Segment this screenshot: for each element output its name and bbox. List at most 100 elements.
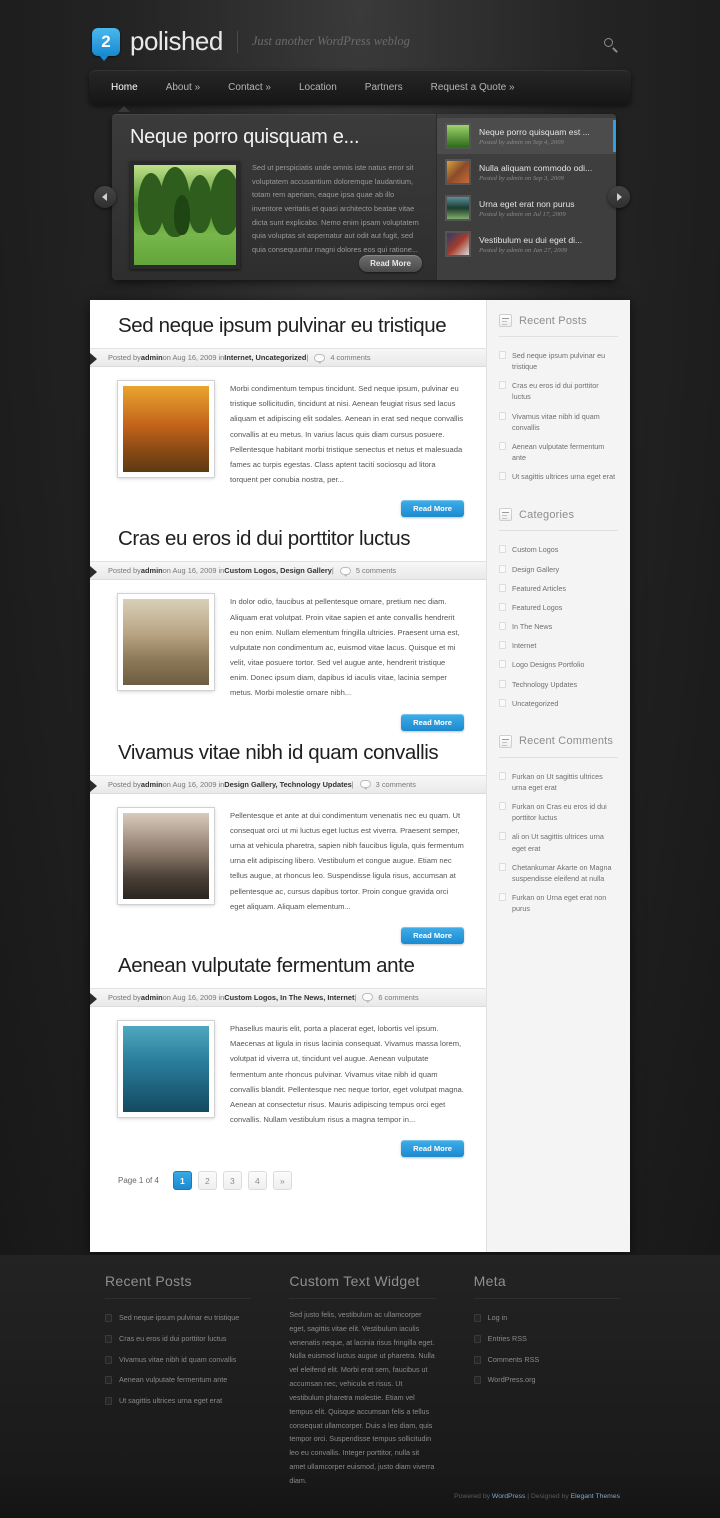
widget-list-item[interactable]: Cras eu eros id dui porttitor luctus (499, 376, 618, 406)
widget-list-item[interactable]: Furkan on Ut sagittis ultrices urna eget… (499, 767, 618, 797)
slider-prev-arrow-icon[interactable] (94, 186, 116, 208)
post-title[interactable]: Vivamus vitae nibh id quam convallis (118, 741, 464, 765)
slider-entry[interactable]: Vestibulum eu dui eget di... Posted by ad… (437, 226, 616, 262)
pagination-page-3[interactable]: 3 (222, 1171, 242, 1191)
post-categories[interactable]: Internet, Uncategorized (224, 353, 306, 362)
widget-list-icon (499, 734, 512, 748)
post-author[interactable]: admin (141, 353, 163, 362)
widget-list-item[interactable]: Internet (499, 636, 618, 655)
pagination-page-»[interactable]: » (272, 1171, 292, 1191)
pagination-page-2[interactable]: 2 (197, 1171, 217, 1191)
post-thumbnail[interactable] (117, 593, 215, 692)
post-meta-separator: | (354, 992, 357, 1002)
widget-list-item[interactable]: ali on Ut sagittis ultrices urna eget er… (499, 827, 618, 857)
read-more-button[interactable]: Read More (401, 500, 464, 518)
slider-entry[interactable]: Urna eget erat non purus Posted by admin … (437, 190, 616, 226)
post-meta-prefix: Posted by (108, 566, 141, 576)
post-author[interactable]: admin (141, 993, 163, 1002)
widget-item-label: Sed neque ipsum pulvinar eu tristique (512, 351, 606, 372)
post-author[interactable]: admin (141, 780, 163, 789)
slider-entry[interactable]: Neque porro quisquam est ... Posted by ad… (437, 118, 616, 154)
bullet-icon (105, 1397, 112, 1406)
widget-list-item[interactable]: Ut sagittis ultrices urna eget erat (499, 467, 618, 486)
post-thumbnail[interactable] (117, 380, 215, 478)
post-title[interactable]: Sed neque ipsum pulvinar eu tristique (118, 314, 464, 338)
read-more-button[interactable]: Read More (401, 713, 464, 731)
widget-list-item[interactable]: Technology Updates (499, 675, 618, 694)
widget-title: Recent Posts (519, 314, 587, 327)
nav-item-home[interactable]: Home (97, 72, 152, 112)
nav-item-partners[interactable]: Partners (351, 72, 417, 103)
post-meta-prefix: Posted by (108, 992, 141, 1002)
footer-widget-meta: Meta Log in Entries RSS Comments RSS WordPr… (473, 1273, 620, 1488)
widget-list-item[interactable]: Furkan on Cras eu eros id dui porttitor … (499, 797, 618, 827)
bullet-icon (105, 1334, 112, 1343)
footer-list-item[interactable]: Aenean vulputate fermentum ante (105, 1370, 251, 1391)
widget-list-item[interactable]: Featured Articles (499, 579, 618, 598)
widget-list-item[interactable]: In The News (499, 617, 618, 636)
pagination-page-4[interactable]: 4 (247, 1171, 267, 1191)
post-categories[interactable]: Custom Logos, In The News, Internet (224, 993, 354, 1002)
widget-list-item[interactable]: Custom Logos (499, 540, 618, 559)
logo-badge-icon: 2 (92, 27, 120, 61)
search-icon[interactable] (602, 36, 620, 54)
nav-item-contact[interactable]: Contact » (214, 72, 285, 103)
nav-item-request-a-quote[interactable]: Request a Quote » (417, 72, 529, 103)
bullet-icon (105, 1376, 112, 1385)
footer-list-item[interactable]: Entries RSS (473, 1329, 620, 1350)
post-comment-count[interactable]: 6 comments (378, 993, 418, 1002)
credit-designer-link[interactable]: Elegant Themes (571, 1493, 620, 1500)
bullet-icon (499, 411, 506, 420)
bullet-icon (473, 1314, 481, 1322)
widget-item-label: Vivamus vitae nibh id quam convallis (512, 411, 600, 432)
widget-list-item[interactable]: Design Gallery (499, 560, 618, 579)
read-more-button[interactable]: Read More (401, 926, 464, 944)
widget-list-item[interactable]: Featured Logos (499, 598, 618, 617)
footer-list-item[interactable]: WordPress.org (473, 1370, 620, 1391)
widget-list-item[interactable]: Aenean vulputate fermentum ante (499, 437, 618, 467)
widget-list-item[interactable]: Furkan on Urna eget erat non purus (499, 888, 618, 918)
post-thumbnail[interactable] (117, 806, 215, 905)
post-title[interactable]: Aenean vulputate fermentum ante (118, 954, 464, 978)
widget-item-label: Furkan on Cras eu eros id dui porttitor … (512, 802, 607, 823)
credit-wordpress-link[interactable]: WordPress (492, 1493, 526, 1500)
featured-slide-image[interactable] (130, 161, 240, 269)
post-categories[interactable]: Custom Logos, Design Gallery (224, 566, 332, 575)
post-comment-count[interactable]: 4 comments (330, 353, 370, 362)
widget-list-item[interactable]: Logo Designs Portfolio (499, 655, 618, 674)
post-title[interactable]: Cras eu eros id dui porttitor luctus (118, 527, 464, 551)
bullet-icon (499, 802, 506, 811)
footer-list-item[interactable]: Log in (473, 1308, 620, 1329)
bullet-icon (499, 602, 506, 611)
sidebar: Recent Posts Sed neque ipsum pulvinar eu … (486, 300, 630, 1252)
widget-list-item[interactable]: Sed neque ipsum pulvinar eu tristique (499, 346, 618, 376)
footer-list-item[interactable]: Sed neque ipsum pulvinar eu tristique (105, 1308, 251, 1329)
sidebar-widget: Recent Posts Sed neque ipsum pulvinar eu … (499, 314, 618, 486)
site-logo[interactable]: 2 polished Just another WordPress weblog (92, 26, 410, 61)
nav-item-about[interactable]: About » (152, 72, 214, 103)
widget-list-item[interactable]: Chetankumar Akarte on Magna suspendisse … (499, 858, 618, 888)
pagination: Page 1 of 4 1 2 3 4» (118, 1171, 464, 1214)
slider-entry[interactable]: Nulla aliquam commodo odi... Posted by ad… (437, 154, 616, 190)
nav-item-location[interactable]: Location (285, 72, 351, 103)
widget-list-item[interactable]: Uncategorized (499, 694, 618, 713)
slider-next-arrow-icon[interactable] (608, 186, 630, 208)
post-comment-count[interactable]: 3 comments (376, 780, 416, 789)
footer-list-item[interactable]: Cras eu eros id dui porttitor luctus (105, 1329, 251, 1350)
footer-list-item[interactable]: Vivamus vitae nibh id quam convallis (105, 1350, 251, 1371)
post-author[interactable]: admin (141, 566, 163, 575)
post-comment-count[interactable]: 5 comments (356, 566, 396, 575)
read-more-button[interactable]: Read More (401, 1140, 464, 1158)
post-thumbnail[interactable] (117, 1019, 215, 1118)
bullet-icon (499, 698, 506, 707)
footer-list-item[interactable]: Ut sagittis ultrices urna eget erat (105, 1391, 251, 1412)
widget-list-item[interactable]: Vivamus vitae nibh id quam convallis (499, 407, 618, 437)
footer-list-item[interactable]: Comments RSS (473, 1350, 620, 1371)
post-categories[interactable]: Design Gallery, Technology Updates (224, 780, 351, 789)
slider-entry-title: Vestibulum eu dui eget di... (479, 234, 583, 245)
widget-title: Categories (519, 508, 575, 521)
featured-slide-title[interactable]: Neque porro quisquam e... (130, 126, 422, 149)
footer-custom-text-title: Custom Text Widget (289, 1273, 436, 1299)
pagination-page-1[interactable]: 1 (172, 1171, 192, 1191)
featured-read-more-button[interactable]: Read More (359, 255, 422, 272)
